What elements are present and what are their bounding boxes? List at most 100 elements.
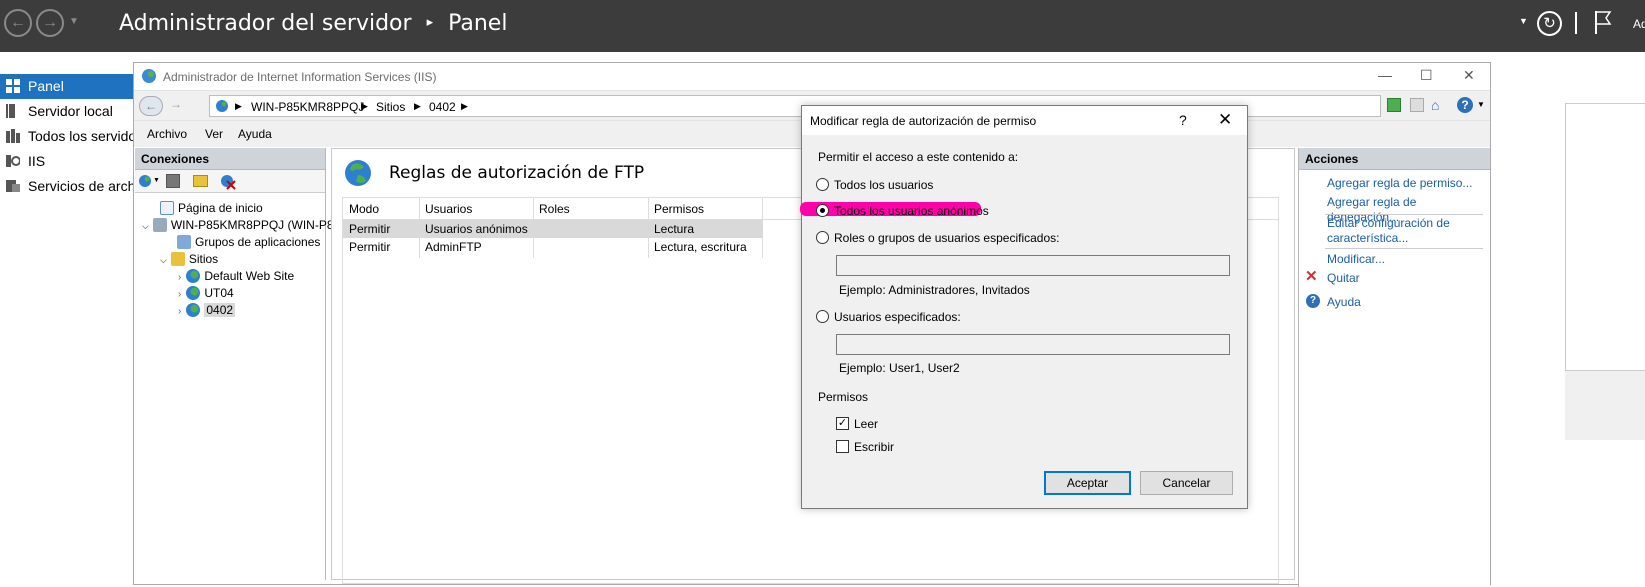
checkbox-write-label[interactable]: Escribir <box>854 440 894 454</box>
menu-archivo[interactable]: Archivo <box>147 127 187 141</box>
address-segment-site[interactable]: 0402 <box>429 100 456 114</box>
address-segment-server[interactable]: WIN-P85KMR8PPQJ <box>251 100 364 114</box>
connections-pane: Conexiones ▼ Página de inicio ⌵ WIN-P85KM… <box>135 148 340 580</box>
menu-ver[interactable]: Ver <box>205 127 223 141</box>
tree-item-app-pools[interactable]: Grupos de aplicaciones <box>177 234 320 251</box>
dialog-help-button[interactable]: ? <box>1179 112 1187 128</box>
sites-folder-icon <box>170 252 185 266</box>
divider <box>1325 248 1483 249</box>
connections-toolbar: ▼ <box>135 170 325 193</box>
tree-item-default-web-site[interactable]: › Default Web Site <box>178 268 294 285</box>
action-add-allow-rule[interactable]: Agregar regla de permiso... <box>1327 176 1472 191</box>
tree-item-sites[interactable]: ⌵ Sitios <box>160 251 218 268</box>
user-menu[interactable]: Ad <box>1633 17 1645 31</box>
sidebar-item-all-servers[interactable]: Todos los servidores <box>0 124 140 149</box>
roles-input[interactable] <box>836 255 1230 276</box>
tree-item-home[interactable]: Página de inicio <box>160 200 263 217</box>
help-icon[interactable]: ? <box>1457 97 1473 113</box>
connect-dropdown-icon[interactable]: ▼ <box>153 177 160 184</box>
radio-roles-groups-label[interactable]: Roles o grupos de usuarios especificados… <box>834 231 1059 245</box>
home-page-icon <box>160 201 174 215</box>
history-dropdown-icon[interactable]: ▼ <box>69 16 79 27</box>
action-remove[interactable]: Quitar <box>1327 271 1360 286</box>
notifications-flag-icon[interactable] <box>1593 9 1613 35</box>
app-title: Administrador del servidor <box>119 11 412 36</box>
table-row[interactable]: Permitir Usuarios anónimos Lectura <box>343 220 763 238</box>
cell-permisos: Lectura <box>654 222 695 236</box>
back-arrow-icon[interactable]: ← <box>4 9 32 37</box>
access-label: Permitir el acceso a este contenido a: <box>818 150 1019 164</box>
background-panel-footer <box>1565 370 1645 440</box>
radio-anonymous-users-label[interactable]: Todos los usuarios anónimos <box>834 204 989 218</box>
sidebar-item-label: Panel <box>28 78 64 94</box>
checkbox-write[interactable] <box>836 440 849 453</box>
action-modify[interactable]: Modificar... <box>1327 252 1385 267</box>
action-edit-feature-settings[interactable]: Editar configuración de característica..… <box>1327 216 1477 246</box>
checkbox-read[interactable]: ✓ <box>836 417 849 430</box>
checkbox-read-label[interactable]: Leer <box>854 417 878 431</box>
column-header-permisos[interactable]: Permisos <box>654 202 704 216</box>
column-header-roles[interactable]: Roles <box>539 202 570 216</box>
expand-chevron-icon[interactable]: › <box>178 306 181 317</box>
sidebar-item-local-server[interactable]: Servidor local <box>0 99 140 124</box>
tree-item-server[interactable]: ⌵ WIN-P85KMR8PPQJ (WIN-P85 <box>142 217 340 234</box>
forward-arrow-icon[interactable]: → <box>36 9 64 37</box>
address-segment-sites[interactable]: Sitios <box>376 100 405 114</box>
iis-titlebar: Administrador de Internet Information Se… <box>134 63 1490 90</box>
radio-roles-groups[interactable] <box>816 231 829 244</box>
dialog-close-button[interactable]: ✕ <box>1218 110 1232 130</box>
actions-header: Acciones <box>1299 148 1490 170</box>
cell-modo: Permitir <box>349 240 391 254</box>
permissions-label: Permisos <box>818 390 869 404</box>
expand-chevron-icon[interactable]: › <box>178 289 181 300</box>
menu-ayuda[interactable]: Ayuda <box>238 127 272 141</box>
folder-icon[interactable] <box>193 175 208 187</box>
dropdown-icon[interactable]: ▼ <box>1519 16 1528 26</box>
table-row[interactable]: Permitir AdminFTP Lectura, escritura <box>343 238 763 256</box>
collapse-chevron-icon[interactable]: ⌵ <box>142 221 149 231</box>
file-services-icon <box>6 180 20 192</box>
collapse-chevron-icon[interactable]: ⌵ <box>160 255 167 265</box>
sidebar-item-file-services[interactable]: Servicios de archivos <box>0 174 140 199</box>
refresh-icon[interactable]: ↻ <box>1537 11 1562 36</box>
radio-anonymous-users[interactable] <box>816 204 829 217</box>
ok-button[interactable]: Aceptar <box>1044 471 1131 495</box>
maximize-icon[interactable]: ☐ <box>1420 67 1433 84</box>
back-arrow-icon[interactable]: ← <box>139 96 163 116</box>
save-icon[interactable] <box>166 174 180 188</box>
servers-icon <box>6 129 20 143</box>
sidebar-item-iis[interactable]: IIS <box>0 149 140 174</box>
connect-globe-icon[interactable] <box>138 174 152 188</box>
radio-specified-users[interactable] <box>816 310 829 323</box>
tree-item-0402[interactable]: › 0402 <box>178 302 236 319</box>
radio-all-users[interactable] <box>816 178 829 191</box>
stop-icon[interactable] <box>1410 98 1424 112</box>
home-icon[interactable]: ⌂ <box>1431 97 1445 113</box>
users-input[interactable] <box>836 334 1230 355</box>
help-icon: ? <box>1306 294 1320 308</box>
refresh-icon[interactable] <box>1387 98 1401 112</box>
help-dropdown-icon[interactable]: ▼ <box>1477 100 1485 109</box>
iis-app-icon <box>142 69 156 83</box>
expand-chevron-icon[interactable]: › <box>178 272 181 283</box>
server-icon <box>6 104 15 118</box>
tree-item-ut04[interactable]: › UT04 <box>178 285 234 302</box>
sidebar-item-panel[interactable]: Panel <box>0 74 140 99</box>
radio-specified-users-label[interactable]: Usuarios especificados: <box>834 310 961 324</box>
column-header-modo[interactable]: Modo <box>349 202 379 216</box>
column-header-usuarios[interactable]: Usuarios <box>425 202 472 216</box>
iis-icon <box>6 155 20 167</box>
radio-all-users-label[interactable]: Todos los usuarios <box>834 178 933 192</box>
tree-item-label: Página de inicio <box>178 201 263 215</box>
close-window-icon[interactable]: ✕ <box>1463 67 1475 84</box>
minimize-icon[interactable]: — <box>1378 67 1392 83</box>
action-help[interactable]: Ayuda <box>1327 295 1361 310</box>
globe-icon <box>216 100 228 112</box>
cell-usuarios: AdminFTP <box>425 240 482 254</box>
iis-window-title: Administrador de Internet Information Se… <box>163 70 437 84</box>
remove-x-icon: ✕ <box>1305 268 1318 285</box>
server-manager-sidebar: Panel Servidor local Todos los servidore… <box>0 74 140 585</box>
forward-arrow-icon[interactable]: → <box>170 97 182 111</box>
disconnect-icon[interactable] <box>220 174 236 190</box>
cancel-button[interactable]: Cancelar <box>1140 471 1233 495</box>
